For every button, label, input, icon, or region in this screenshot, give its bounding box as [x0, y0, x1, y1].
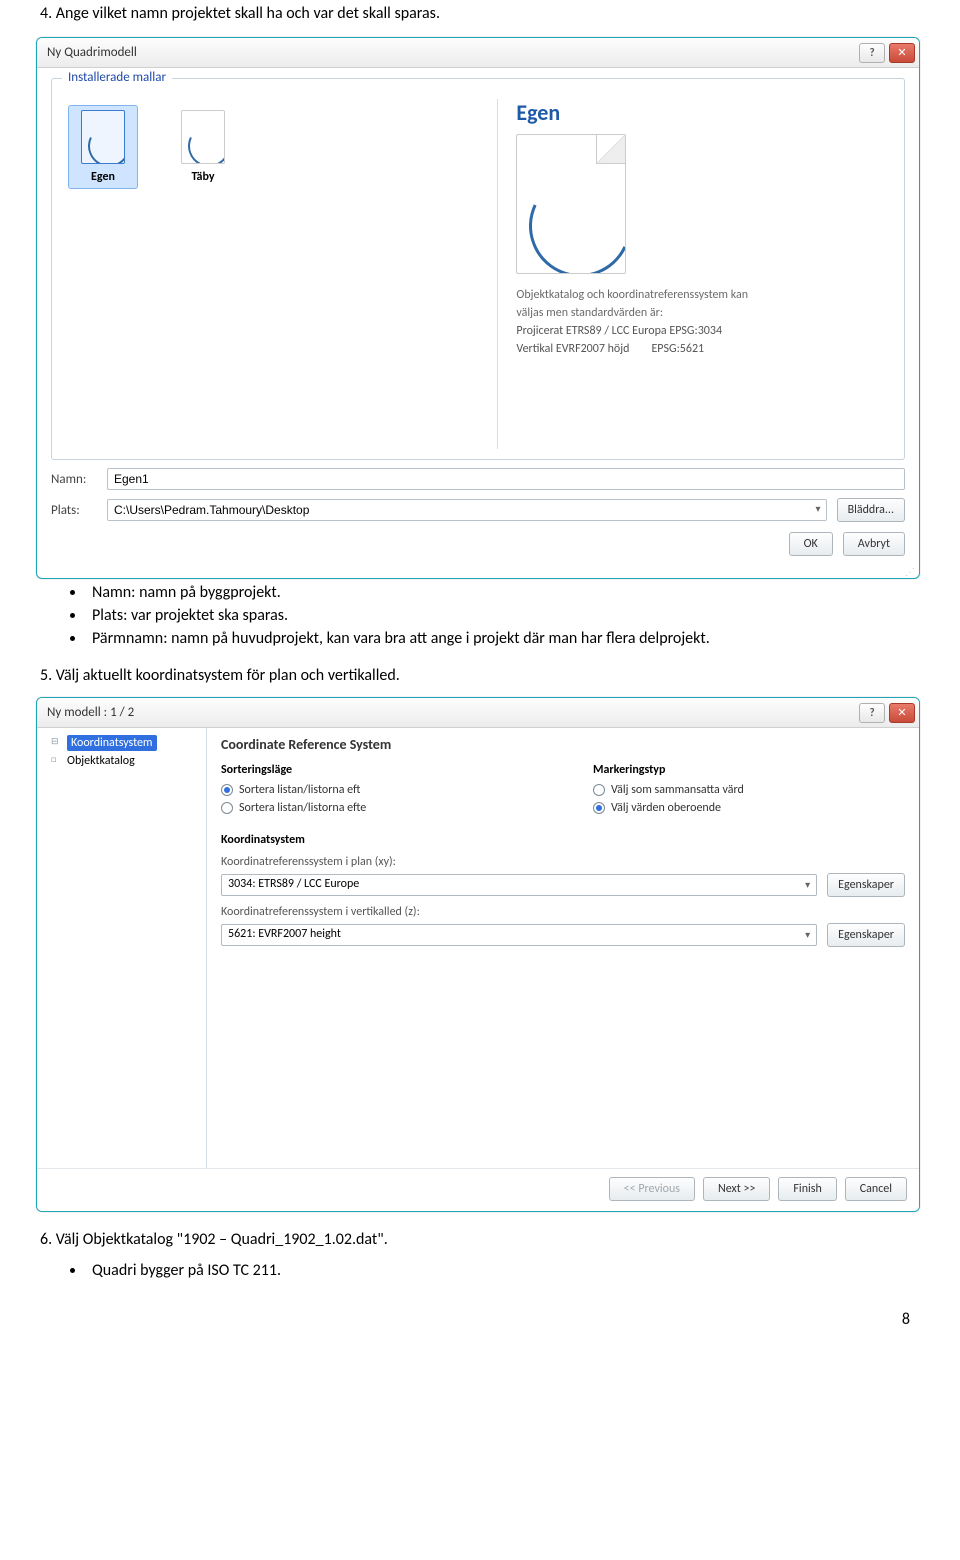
browse-button[interactable]: Bläddra...: [837, 498, 905, 522]
preview-row: Projicerat ETRS89 / LCC Europa EPSG:3034: [516, 322, 894, 340]
template-item-taby[interactable]: Täby: [168, 105, 238, 189]
step-4-text: 4. Ange vilket namn projektet skall ha o…: [40, 4, 920, 23]
path-input[interactable]: [107, 499, 827, 521]
page-number: 8: [60, 1310, 920, 1329]
wizard-main-panel: Coordinate Reference System Sorteringslä…: [207, 728, 919, 1168]
bullet-item: Pärmnamn: namn på huvudprojekt, kan vara…: [86, 629, 920, 648]
panel-heading: Coordinate Reference System: [221, 736, 905, 753]
dialog-titlebar: Ny modell : 1 / 2 ? ✕: [37, 698, 919, 728]
mark-type-label: Markeringstyp: [593, 763, 905, 777]
dialog-title: Ny modell : 1 / 2: [47, 705, 134, 720]
help-button[interactable]: ?: [859, 703, 885, 723]
tree-item-coordinate-system[interactable]: Koordinatsystem: [53, 734, 200, 752]
step-6-text: 6. Välj Objektkatalog "1902 – Quadri_190…: [40, 1230, 920, 1249]
resize-grip-icon[interactable]: ⋰: [37, 568, 919, 578]
next-button[interactable]: Next >>: [703, 1177, 770, 1201]
template-thumb-icon: [81, 110, 125, 164]
dialog-title: Ny Quadrimodell: [47, 45, 137, 60]
preview-desc: Objektkatalog och koordinatreferenssyste…: [516, 286, 894, 304]
close-button[interactable]: ✕: [889, 43, 915, 63]
name-label: Namn:: [51, 472, 97, 487]
bullet-list: Quadri bygger på ISO TC 211.: [86, 1261, 920, 1280]
bullet-item: Plats: var projektet ska sparas.: [86, 606, 920, 625]
step-5-text: 5. Välj aktuellt koordinatsystem för pla…: [40, 666, 920, 685]
tree-item-object-catalog[interactable]: Objektkatalog: [53, 752, 200, 770]
xy-properties-button[interactable]: Egenskaper: [827, 873, 905, 897]
sort-option-1[interactable]: Sortera listan/listorna eft: [221, 783, 533, 797]
bullet-item: Namn: namn på byggprojekt.: [86, 583, 920, 602]
new-model-dialog: Ny modell : 1 / 2 ? ✕ Koordinatsystem Ob…: [36, 697, 920, 1212]
dialog-titlebar: Ny Quadrimodell ? ✕: [37, 38, 919, 68]
mark-option-1[interactable]: Välj som sammansatta värd: [593, 783, 905, 797]
group-legend: Installerade mallar: [62, 70, 172, 85]
template-list: Egen Täby: [62, 99, 479, 449]
close-button[interactable]: ✕: [889, 703, 915, 723]
xy-crs-select[interactable]: 3034: ETRS89 / LCC Europe: [221, 874, 817, 896]
z-label: Koordinatreferenssystem i vertikalled (z…: [221, 905, 905, 919]
xy-label: Koordinatreferenssystem i plan (xy):: [221, 855, 905, 869]
template-preview-panel: Egen Objektkatalog och koordinatreferens…: [497, 99, 894, 449]
ok-button[interactable]: OK: [789, 532, 833, 556]
template-item-egen[interactable]: Egen: [68, 105, 138, 189]
bullet-list: Namn: namn på byggprojekt. Plats: var pr…: [86, 583, 920, 648]
path-label: Plats:: [51, 503, 97, 518]
template-label: Egen: [91, 170, 115, 184]
z-crs-select[interactable]: 5621: EVRF2007 height: [221, 924, 817, 946]
coord-section-heading: Koordinatsystem: [221, 833, 905, 847]
preview-title: Egen: [516, 99, 894, 126]
previous-button: << Previous: [609, 1177, 695, 1201]
installed-templates-group: Installerade mallar Egen Täby: [51, 78, 905, 460]
help-button[interactable]: ?: [859, 43, 885, 63]
bullet-item: Quadri bygger på ISO TC 211.: [86, 1261, 920, 1280]
preview-desc: väljas men standardvärden är:: [516, 304, 894, 322]
cancel-button[interactable]: Cancel: [845, 1177, 907, 1201]
template-thumb-icon: [181, 110, 225, 164]
name-input[interactable]: [107, 468, 905, 490]
sort-mode-label: Sorteringsläge: [221, 763, 533, 777]
preview-icon: [516, 134, 626, 274]
template-label: Täby: [191, 170, 214, 184]
z-properties-button[interactable]: Egenskaper: [827, 923, 905, 947]
new-quadrimodel-dialog: Ny Quadrimodell ? ✕ Installerade mallar …: [36, 37, 920, 579]
mark-option-2[interactable]: Välj värden oberoende: [593, 801, 905, 815]
wizard-sidebar-tree: Koordinatsystem Objektkatalog: [37, 728, 207, 1168]
cancel-button[interactable]: Avbryt: [843, 532, 905, 556]
preview-row: Vertikal EVRF2007 höjdEPSG:5621: [516, 340, 894, 358]
sort-option-2[interactable]: Sortera listan/listorna efte: [221, 801, 533, 815]
finish-button[interactable]: Finish: [778, 1177, 836, 1201]
